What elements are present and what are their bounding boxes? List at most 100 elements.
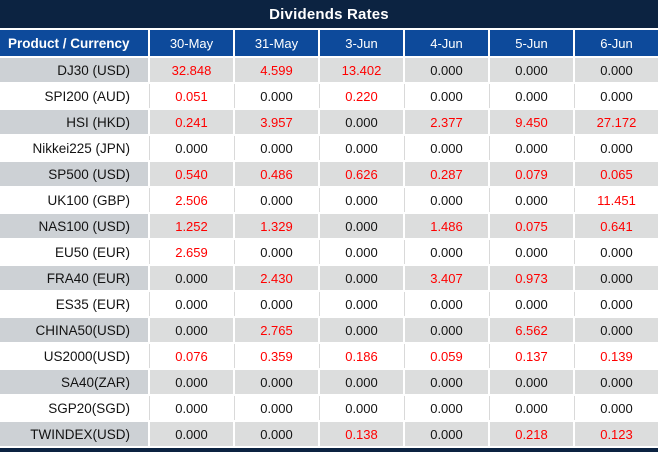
dividend-value: 0.000 — [405, 318, 488, 342]
product-label: US2000(USD) — [0, 344, 148, 368]
dividend-value: 0.000 — [320, 318, 403, 342]
product-label: Nikkei225 (JPN) — [0, 136, 148, 160]
dividend-value: 0.000 — [320, 214, 403, 238]
dividend-value: 0.000 — [490, 292, 573, 316]
dividend-value: 0.000 — [490, 58, 573, 82]
product-label: SGP20(SGD) — [0, 396, 148, 420]
table-row: SPI200 (AUD) 0.051 0.000 0.220 0.000 0.000 0.0… — [0, 84, 658, 108]
dividend-value: 0.000 — [575, 136, 658, 160]
dividend-value: 0.000 — [320, 292, 403, 316]
dividend-value: 0.000 — [320, 396, 403, 420]
product-label: EU50 (EUR) — [0, 240, 148, 264]
dividend-value: 2.765 — [235, 318, 318, 342]
table-row: NAS100 (USD) 1.252 1.329 0.000 1.486 0.075 0.6… — [0, 214, 658, 238]
dividend-value: 2.506 — [150, 188, 233, 212]
dividend-value: 0.000 — [150, 396, 233, 420]
dividend-value: 0.065 — [575, 162, 658, 186]
panel-title: Dividends Rates — [0, 0, 658, 28]
dividend-value: 0.486 — [235, 162, 318, 186]
dividend-value: 0.000 — [575, 292, 658, 316]
dividend-value: 0.000 — [235, 396, 318, 420]
dividend-value: 0.540 — [150, 162, 233, 186]
dividend-value: 0.241 — [150, 110, 233, 134]
product-label: HSI (HKD) — [0, 110, 148, 134]
dividend-value: 0.000 — [405, 58, 488, 82]
dividend-value: 0.000 — [575, 370, 658, 394]
dividend-value: 0.139 — [575, 344, 658, 368]
dividend-value: 0.000 — [575, 396, 658, 420]
dividend-value: 0.137 — [490, 344, 573, 368]
column-header-date: 31-May — [235, 30, 318, 56]
column-header-date: 3-Jun — [320, 30, 403, 56]
dividend-value: 0.000 — [235, 188, 318, 212]
dividend-value: 0.359 — [235, 344, 318, 368]
dividend-value: 0.000 — [490, 370, 573, 394]
dividend-value: 0.000 — [320, 110, 403, 134]
dividend-value: 0.287 — [405, 162, 488, 186]
dividend-value: 0.000 — [575, 240, 658, 264]
table-row: Nikkei225 (JPN) 0.000 0.000 0.000 0.000 0.000… — [0, 136, 658, 160]
product-label: TWINDEX(USD) — [0, 422, 148, 446]
table-row: TWINDEX(USD) 0.000 0.000 0.138 0.000 0.218 0.1… — [0, 422, 658, 446]
product-label: SP500 (USD) — [0, 162, 148, 186]
table-row: FRA40 (EUR) 0.000 2.430 0.000 3.407 0.973 0.00… — [0, 266, 658, 290]
product-label: SA40(ZAR) — [0, 370, 148, 394]
dividend-value: 0.000 — [150, 370, 233, 394]
dividend-value: 0.000 — [405, 370, 488, 394]
dividend-value: 0.000 — [235, 136, 318, 160]
dividend-value: 0.000 — [575, 318, 658, 342]
dividend-value: 0.000 — [235, 84, 318, 108]
dividend-value: 9.450 — [490, 110, 573, 134]
dividend-value: 0.220 — [320, 84, 403, 108]
table-row: DJ30 (USD) 32.848 4.599 13.402 0.000 0.000 0.0… — [0, 58, 658, 82]
dividend-value: 2.659 — [150, 240, 233, 264]
dividend-value: 0.000 — [490, 188, 573, 212]
column-header-date: 30-May — [150, 30, 233, 56]
dividend-value: 0.000 — [405, 396, 488, 420]
dividend-value: 0.000 — [405, 292, 488, 316]
dividend-value: 0.000 — [405, 188, 488, 212]
table-row: US2000(USD) 0.076 0.359 0.186 0.059 0.137 0.13… — [0, 344, 658, 368]
table-row: SP500 (USD) 0.540 0.486 0.626 0.287 0.079 0.06… — [0, 162, 658, 186]
product-label: NAS100 (USD) — [0, 214, 148, 238]
dividend-value: 1.252 — [150, 214, 233, 238]
dividend-value: 0.626 — [320, 162, 403, 186]
product-label: SPI200 (AUD) — [0, 84, 148, 108]
dividend-value: 0.076 — [150, 344, 233, 368]
dividend-value: 0.218 — [490, 422, 573, 446]
dividend-value: 0.186 — [320, 344, 403, 368]
dividend-value: 0.000 — [235, 240, 318, 264]
dividend-value: 0.000 — [235, 370, 318, 394]
dividend-value: 0.059 — [405, 344, 488, 368]
dividend-value: 0.075 — [490, 214, 573, 238]
dividend-value: 3.407 — [405, 266, 488, 290]
dividend-value: 0.000 — [405, 422, 488, 446]
product-label: UK100 (GBP) — [0, 188, 148, 212]
dividend-value: 11.451 — [575, 188, 658, 212]
table-row: UK100 (GBP) 2.506 0.000 0.000 0.000 0.000 11.4… — [0, 188, 658, 212]
dividend-value: 1.329 — [235, 214, 318, 238]
dividend-value: 0.000 — [320, 266, 403, 290]
dividend-value: 0.000 — [575, 84, 658, 108]
dividend-value: 27.172 — [575, 110, 658, 134]
dividend-value: 0.000 — [150, 136, 233, 160]
dividend-value: 2.377 — [405, 110, 488, 134]
product-label: ES35 (EUR) — [0, 292, 148, 316]
dividend-value: 0.000 — [405, 240, 488, 264]
table-row: ES35 (EUR) 0.000 0.000 0.000 0.000 0.000 0.000 — [0, 292, 658, 316]
dividend-value: 32.848 — [150, 58, 233, 82]
dividend-value: 0.973 — [490, 266, 573, 290]
table-body: DJ30 (USD) 32.848 4.599 13.402 0.000 0.000 0.0… — [0, 58, 658, 446]
column-header-date: 4-Jun — [405, 30, 488, 56]
column-header-date: 6-Jun — [575, 30, 658, 56]
dividend-value: 0.000 — [150, 318, 233, 342]
dividend-value: 0.079 — [490, 162, 573, 186]
dividend-value: 0.000 — [490, 396, 573, 420]
dividend-value: 0.000 — [575, 58, 658, 82]
dividend-value: 0.000 — [150, 422, 233, 446]
table-row: CHINA50(USD) 0.000 2.765 0.000 0.000 6.562 0.0… — [0, 318, 658, 342]
dividend-value: 13.402 — [320, 58, 403, 82]
dividend-value: 0.000 — [490, 84, 573, 108]
table-row: SA40(ZAR) 0.000 0.000 0.000 0.000 0.000 0.000 — [0, 370, 658, 394]
dividend-value: 0.138 — [320, 422, 403, 446]
